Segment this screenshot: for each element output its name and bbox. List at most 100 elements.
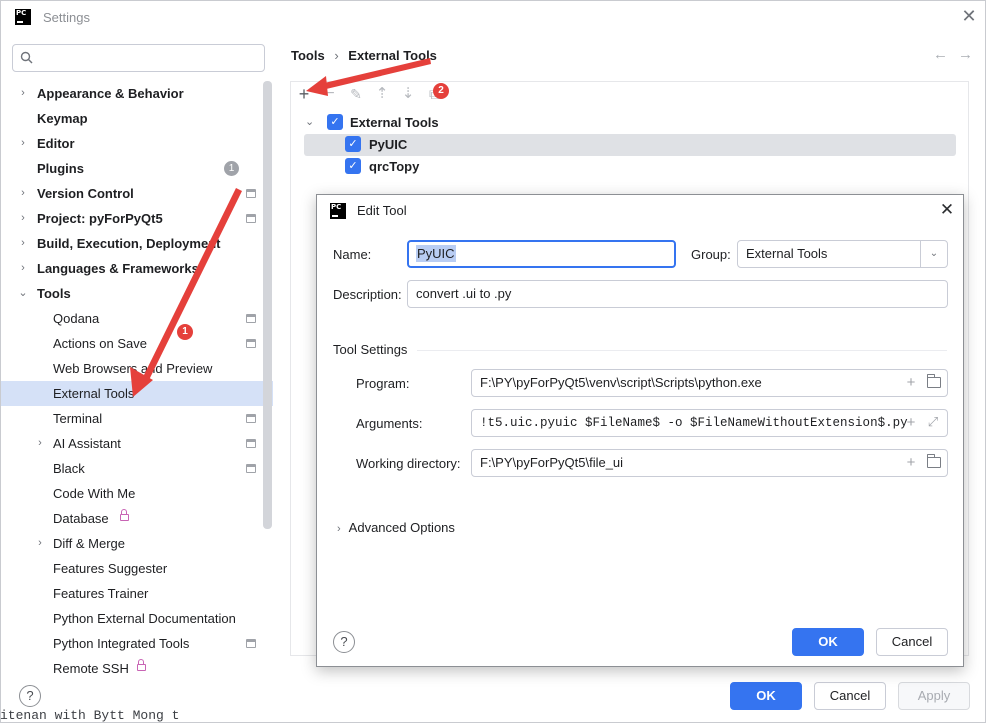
sidebar-item-label: Python External Documentation [53,611,236,626]
sidebar-item-remote-ssh[interactable]: Remote SSH [1,656,273,681]
plugins-update-badge: 1 [224,161,239,176]
sidebar-item-label: Editor [37,136,75,151]
group-combobox[interactable]: External Tools ⌄ [737,240,948,268]
add-icon[interactable]: + [295,85,313,103]
dialog-cancel-button[interactable]: Cancel [876,628,948,656]
dialog-close-icon[interactable]: ✕ [937,200,957,220]
title-bar: PC Settings ✕ [1,1,985,35]
search-input[interactable] [39,49,259,67]
workdir-field[interactable]: F:\PY\pyForPyQt5\file_ui + [471,449,948,477]
sidebar-item-ai-assistant[interactable]: › AI Assistant [1,431,273,456]
tool-checkbox[interactable]: ✓ [345,158,361,174]
project-scope-icon [246,639,256,648]
sidebar-item-python-integrated-tools[interactable]: Python Integrated Tools [1,631,273,656]
sidebar-item-label: Qodana [53,311,100,326]
name-field[interactable]: PyUIC [407,240,676,268]
group-checkbox[interactable]: ✓ [327,114,343,130]
sidebar-item-code-with-me[interactable]: Code With Me [1,481,273,506]
arguments-label: Arguments: [356,416,423,431]
sidebar-item-appearance[interactable]: › Appearance & Behavior [1,81,273,106]
chevron-right-icon: › [21,187,25,199]
lock-icon [120,509,129,521]
dialog-ok-button[interactable]: OK [792,628,864,656]
sidebar-item-label: Project: pyForPyQt5 [37,211,163,226]
project-scope-icon [246,439,256,448]
folder-icon[interactable] [927,454,941,468]
sidebar-item-plugins[interactable]: Plugins 1 [1,156,273,181]
sidebar-item-diff-merge[interactable]: › Diff & Merge [1,531,273,556]
sidebar-item-label: External Tools [53,386,135,401]
tool-settings-title: Tool Settings [333,342,408,357]
insert-macro-icon[interactable]: + [904,415,918,430]
sidebar-item-tools[interactable]: ⌄ Tools [1,281,273,306]
breadcrumb-current: External Tools [348,48,437,63]
sidebar-item-python-external-docs[interactable]: Python External Documentation [1,606,273,631]
description-label: Description: [333,287,402,302]
sidebar-item-black[interactable]: Black [1,456,273,481]
breadcrumb: Tools › External Tools [291,48,443,63]
sidebar-item-external-tools[interactable]: External Tools [1,381,273,406]
search-icon [20,51,33,64]
sidebar-item-label: Database [53,511,109,526]
breadcrumb-parent[interactable]: Tools [291,48,325,63]
pycharm-logo-icon: PC [15,9,31,25]
chevron-right-icon: › [21,87,25,99]
arguments-field[interactable]: !t5.uic.pyuic $FileName$ -o $FileNameWit… [471,409,948,437]
sidebar-item-label: Actions on Save [53,336,147,351]
program-field[interactable]: F:\PY\pyForPyQt5\venv\script\Scripts\pyt… [471,369,948,397]
sidebar-item-label: Code With Me [53,486,136,501]
project-scope-icon [246,189,256,198]
project-scope-icon [246,414,256,423]
sidebar-item-web-browsers[interactable]: Web Browsers and Preview [1,356,273,381]
forward-arrow-icon[interactable]: → [958,46,983,63]
edit-icon[interactable]: ✎ [347,85,365,103]
sidebar-item-languages[interactable]: › Languages & Frameworks [1,256,273,281]
sidebar-item-database[interactable]: Database [1,506,273,531]
cancel-button[interactable]: Cancel [814,682,886,710]
advanced-options-label: Advanced Options [348,520,455,535]
sidebar-item-label: Build, Execution, Deployment [37,236,221,251]
chevron-right-icon: › [38,437,42,449]
chevron-right-icon: › [21,212,25,224]
sidebar-item-label: Version Control [37,186,134,201]
name-value: PyUIC [416,245,456,262]
group-value: External Tools [746,246,828,261]
advanced-options-toggle[interactable]: › Advanced Options [337,520,455,535]
sidebar-item-actions-on-save[interactable]: Actions on Save [1,331,273,356]
sidebar-item-features-trainer[interactable]: Features Trainer [1,581,273,606]
sidebar-scrollbar[interactable] [263,81,272,529]
sidebar-item-terminal[interactable]: Terminal [1,406,273,431]
expand-icon[interactable]: ⤢ [926,416,940,430]
dialog-title: Edit Tool [357,203,407,218]
chevron-down-icon[interactable]: ⌄ [920,241,947,267]
sidebar-item-build[interactable]: › Build, Execution, Deployment [1,231,273,256]
project-scope-icon [246,339,256,348]
sidebar-item-project[interactable]: › Project: pyForPyQt5 [1,206,273,231]
section-divider [417,350,947,351]
back-arrow-icon[interactable]: ← [933,46,958,63]
insert-macro-icon[interactable]: + [904,375,918,390]
settings-search[interactable] [12,44,265,72]
dialog-help-icon[interactable]: ? [333,631,355,653]
sidebar-item-features-suggester[interactable]: Features Suggester [1,556,273,581]
sidebar-item-version-control[interactable]: › Version Control [1,181,273,206]
move-up-icon[interactable]: ⇡ [373,85,391,103]
remove-icon[interactable]: − [321,85,339,103]
close-icon[interactable]: ✕ [959,6,979,26]
chevron-down-icon: ⌄ [18,287,28,299]
sidebar-item-qodana[interactable]: Qodana [1,306,273,331]
help-icon[interactable]: ? [19,685,41,707]
description-field[interactable]: convert .ui to .py [407,280,948,308]
program-value: F:\PY\pyForPyQt5\venv\script\Scripts\pyt… [480,375,762,390]
chevron-right-icon: › [21,237,25,249]
sidebar-item-editor[interactable]: › Editor [1,131,273,156]
folder-icon[interactable] [927,374,941,388]
move-down-icon[interactable]: ⇣ [399,85,417,103]
name-label: Name: [333,247,372,262]
lock-icon [137,659,146,671]
sidebar-item-keymap[interactable]: Keymap [1,106,273,131]
ok-button[interactable]: OK [730,682,802,710]
tool-checkbox[interactable]: ✓ [345,136,361,152]
apply-button[interactable]: Apply [898,682,970,710]
insert-macro-icon[interactable]: + [904,455,918,470]
